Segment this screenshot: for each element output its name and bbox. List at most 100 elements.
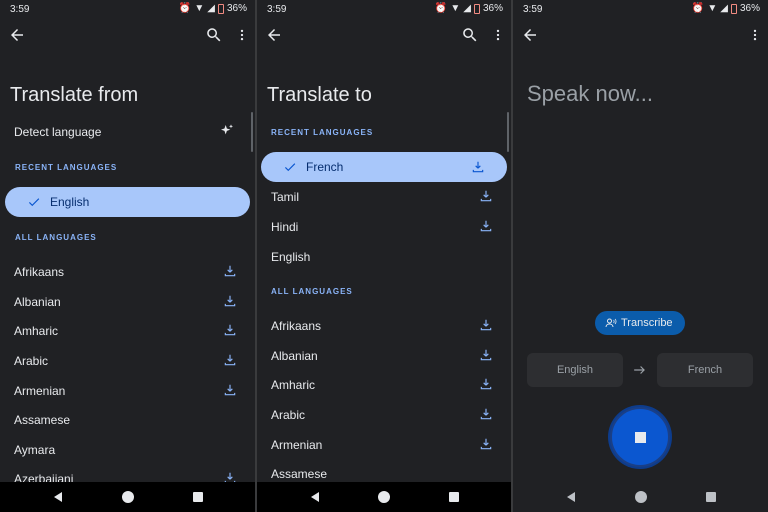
page-title: Translate from [10, 84, 139, 106]
list-item[interactable]: Amharic [257, 371, 511, 399]
download-icon[interactable] [479, 377, 493, 391]
download-icon[interactable] [223, 264, 237, 278]
translate-to-screen: 3:59 ⏰ ▼ ◢ 36% Translate to RECENT LANGU… [257, 0, 511, 512]
download-icon[interactable] [223, 294, 237, 308]
sparkle-icon [221, 124, 233, 135]
transcribe-label: Transcribe [621, 317, 673, 329]
scrollbar[interactable] [507, 112, 509, 152]
all-languages-header: ALL LANGUAGES [271, 287, 353, 296]
language-name: Armenian [271, 438, 323, 452]
language-name: Aymara [14, 443, 56, 457]
download-icon[interactable] [479, 219, 493, 233]
target-language-button[interactable]: French [657, 353, 753, 387]
stop-listening-button[interactable] [610, 407, 670, 467]
list-item[interactable]: Arabic [0, 347, 255, 375]
nav-back-icon[interactable] [565, 491, 577, 503]
wifi-icon: ▼ [450, 3, 461, 14]
language-name: Afrikaans [14, 265, 65, 279]
list-item[interactable]: Hindi [257, 213, 511, 241]
alarm-icon: ⏰ [178, 3, 192, 14]
back-arrow-icon[interactable] [521, 26, 539, 44]
list-item[interactable]: Amharic [0, 317, 255, 345]
list-item[interactable]: Assamese [0, 406, 255, 434]
download-icon[interactable] [223, 353, 237, 367]
language-name: Assamese [14, 413, 71, 427]
status-time: 3:59 [523, 4, 543, 15]
transcribe-button[interactable]: Transcribe [595, 311, 685, 335]
language-name: Assamese [271, 467, 328, 481]
status-bar: 3:59 ⏰ ▼ ◢ 36% [0, 0, 255, 18]
status-time: 3:59 [10, 4, 30, 15]
status-bar: 3:59 ⏰ ▼ ◢ 36% [513, 0, 768, 18]
check-icon [284, 163, 296, 172]
back-arrow-icon[interactable] [8, 26, 26, 44]
more-vert-icon[interactable] [491, 26, 505, 44]
system-nav-bar [513, 482, 768, 512]
more-vert-icon[interactable] [235, 26, 249, 44]
nav-recents-icon[interactable] [449, 492, 459, 502]
list-item[interactable]: Afrikaans [257, 312, 511, 340]
selected-language-pill[interactable]: English [5, 187, 250, 217]
list-item[interactable]: English [257, 243, 511, 271]
download-icon[interactable] [471, 160, 485, 174]
nav-home-icon[interactable] [121, 491, 134, 503]
battery-icon [217, 3, 224, 14]
battery-percent: 36% [482, 3, 503, 14]
transcribe-icon [605, 318, 617, 328]
language-name: Tamil [271, 190, 300, 204]
speak-now-screen: 3:59 ⏰ ▼ ◢ 36% Speak now... Transcribe E… [513, 0, 768, 512]
list-item[interactable]: Armenian [257, 431, 511, 459]
app-bar [0, 22, 255, 48]
list-item[interactable]: Aymara [0, 436, 255, 464]
list-item[interactable]: Arabic [257, 401, 511, 429]
alarm-icon: ⏰ [691, 3, 705, 14]
language-name: Albanian [271, 349, 318, 363]
detect-language-label: Detect language [14, 125, 102, 139]
back-arrow-icon[interactable] [265, 26, 283, 44]
status-icons: ⏰ ▼ ◢ 36% [692, 3, 760, 14]
download-icon[interactable] [223, 383, 237, 397]
more-vert-icon[interactable] [748, 26, 762, 44]
search-icon[interactable] [205, 26, 223, 44]
screen: 3:59 ⏰ ▼ ◢ 36% Translate from Detect lan… [0, 0, 768, 512]
app-bar [513, 22, 768, 48]
nav-recents-icon[interactable] [193, 492, 203, 502]
nav-home-icon[interactable] [378, 491, 390, 503]
alarm-icon: ⏰ [434, 3, 448, 14]
selected-language-pill[interactable]: French [261, 152, 507, 182]
download-icon[interactable] [223, 323, 237, 337]
list-item[interactable]: Albanian [257, 342, 511, 370]
nav-back-icon[interactable] [52, 491, 64, 503]
download-icon[interactable] [479, 318, 493, 332]
signal-icon: ◢ [463, 3, 471, 14]
app-bar [257, 22, 511, 48]
language-name: Arabic [14, 354, 49, 368]
search-icon[interactable] [461, 26, 479, 44]
system-nav-bar [0, 482, 255, 512]
detect-language-row[interactable]: Detect language [0, 118, 255, 146]
language-name: Afrikaans [271, 319, 322, 333]
battery-percent: 36% [739, 3, 760, 14]
download-icon[interactable] [479, 437, 493, 451]
download-icon[interactable] [479, 348, 493, 362]
list-item[interactable]: Albanian [0, 288, 255, 316]
download-icon[interactable] [479, 407, 493, 421]
status-icons: ⏰ ▼ ◢ 36% [435, 3, 503, 14]
nav-back-icon[interactable] [309, 491, 321, 503]
stop-icon [635, 432, 646, 443]
list-item[interactable]: Tamil [257, 183, 511, 211]
wifi-icon: ▼ [194, 3, 205, 14]
check-icon [28, 198, 40, 207]
list-item[interactable]: Afrikaans [0, 258, 255, 286]
signal-icon: ◢ [207, 3, 215, 14]
recent-languages-header: RECENT LANGUAGES [271, 128, 374, 137]
nav-recents-icon[interactable] [706, 492, 716, 502]
list-item[interactable]: Armenian [0, 377, 255, 405]
language-name: Hindi [271, 220, 299, 234]
language-name: Armenian [14, 384, 66, 398]
source-language-button[interactable]: English [527, 353, 623, 387]
translate-from-screen: 3:59 ⏰ ▼ ◢ 36% Translate from Detect lan… [0, 0, 255, 512]
download-icon[interactable] [479, 189, 493, 203]
nav-home-icon[interactable] [634, 491, 647, 503]
battery-percent: 36% [226, 3, 247, 14]
